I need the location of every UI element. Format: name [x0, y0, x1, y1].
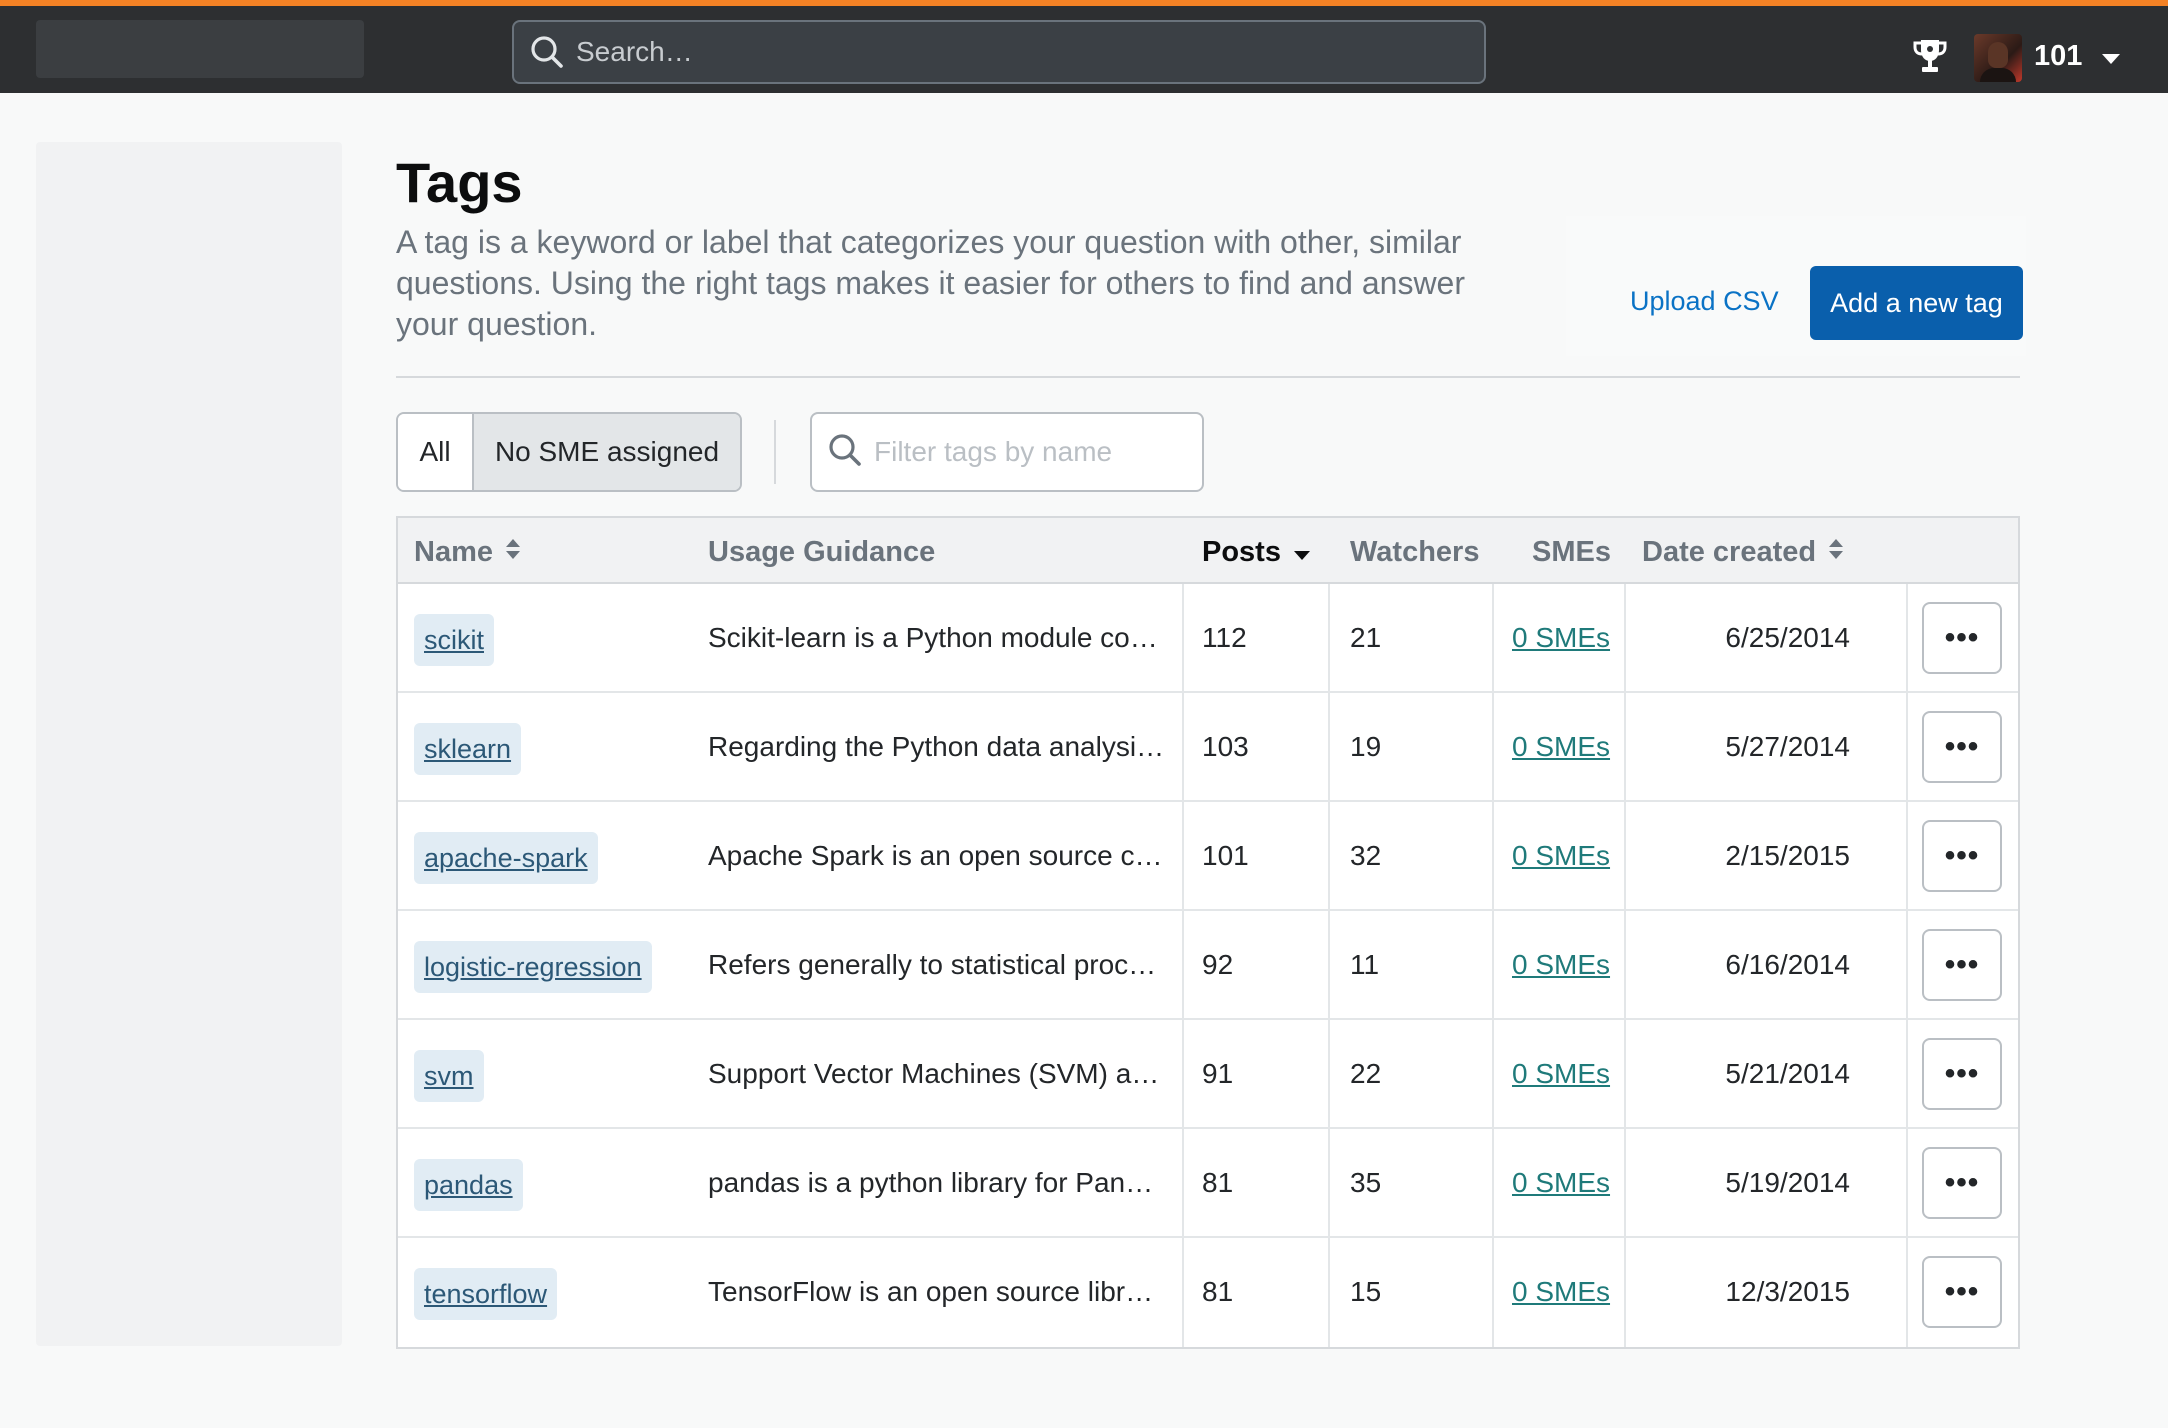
search-icon — [828, 433, 862, 472]
table-body: scikit Scikit-learn is a Python module c… — [398, 584, 2018, 1347]
date-created: 12/3/2015 — [1725, 1276, 1850, 1307]
table-row: svm Support Vector Machines (SVM) a… 91 … — [398, 1020, 2018, 1129]
trophy-icon[interactable] — [1910, 36, 1950, 76]
smes-link[interactable]: 0 SMEs — [1512, 1058, 1610, 1090]
page-title: Tags — [396, 151, 523, 214]
tag-link[interactable]: tensorflow — [414, 1268, 558, 1320]
site-logo[interactable] — [36, 20, 364, 78]
posts-count: 92 — [1202, 949, 1234, 980]
table-row: apache-spark Apache Spark is an open sou… — [398, 802, 2018, 911]
left-sidebar — [36, 142, 342, 1346]
smes-link[interactable]: 0 SMEs — [1512, 949, 1610, 981]
column-header-usage-guidance: Usage Guidance — [708, 536, 936, 568]
row-more-button[interactable]: ••• — [1922, 711, 2002, 783]
sme-filter-toggle: All No SME assigned — [396, 412, 742, 492]
row-more-button[interactable]: ••• — [1922, 602, 2002, 674]
page-description: A tag is a keyword or label that categor… — [396, 224, 1465, 342]
watchers-count: 21 — [1350, 622, 1382, 653]
usage-guidance: Apache Spark is an open source c… — [708, 840, 1163, 871]
row-more-button[interactable]: ••• — [1922, 820, 2002, 892]
watchers-count: 11 — [1350, 949, 1380, 980]
avatar[interactable] — [1974, 34, 2022, 82]
column-header-posts[interactable]: Posts — [1202, 536, 1311, 569]
sort-desc-icon — [1293, 536, 1311, 569]
date-created: 2/15/2015 — [1725, 840, 1850, 871]
watchers-count: 22 — [1350, 1058, 1382, 1089]
table-row: scikit Scikit-learn is a Python module c… — [398, 584, 2018, 693]
sort-icon — [1828, 536, 1844, 569]
tag-link[interactable]: logistic-regression — [414, 941, 652, 993]
reputation-count[interactable]: 101 — [2034, 40, 2082, 73]
posts-count: 81 — [1202, 1167, 1234, 1198]
global-search[interactable] — [512, 20, 1486, 84]
posts-count: 103 — [1202, 731, 1249, 762]
tag-filter-input[interactable] — [874, 436, 1194, 468]
usage-guidance: Support Vector Machines (SVM) a… — [708, 1058, 1160, 1089]
usage-guidance: TensorFlow is an open source libr… — [708, 1276, 1154, 1307]
usage-guidance: pandas is a python library for Pan… — [708, 1167, 1154, 1198]
search-input[interactable] — [576, 36, 1456, 68]
smes-link[interactable]: 0 SMEs — [1512, 840, 1610, 872]
watchers-count: 32 — [1350, 840, 1382, 871]
upload-csv-link[interactable]: Upload CSV — [1630, 286, 1779, 317]
column-header-name[interactable]: Name — [414, 536, 521, 569]
watchers-count: 35 — [1350, 1167, 1382, 1198]
posts-count: 81 — [1202, 1276, 1234, 1307]
posts-count: 91 — [1202, 1058, 1234, 1089]
table-row: sklearn Regarding the Python data analys… — [398, 693, 2018, 802]
date-created: 5/19/2014 — [1725, 1167, 1850, 1198]
tag-link[interactable]: apache-spark — [414, 832, 598, 884]
watchers-count: 19 — [1350, 731, 1382, 762]
smes-link[interactable]: 0 SMEs — [1512, 731, 1610, 763]
posts-count: 112 — [1202, 622, 1247, 653]
search-icon — [530, 35, 564, 69]
posts-count: 101 — [1202, 840, 1249, 871]
add-new-tag-button[interactable]: Add a new tag — [1810, 266, 2023, 340]
date-created: 5/21/2014 — [1725, 1058, 1850, 1089]
filter-no-sme-button[interactable]: No SME assigned — [474, 414, 740, 490]
tag-link[interactable]: sklearn — [414, 723, 522, 775]
row-more-button[interactable]: ••• — [1922, 1147, 2002, 1219]
tag-link[interactable]: svm — [414, 1050, 484, 1102]
top-bar: 101 — [0, 0, 2168, 93]
date-created: 6/16/2014 — [1725, 949, 1850, 980]
row-more-button[interactable]: ••• — [1922, 929, 2002, 1001]
column-header-watchers: Watchers — [1350, 536, 1480, 568]
tag-link[interactable]: scikit — [414, 614, 494, 666]
row-more-button[interactable]: ••• — [1922, 1256, 2002, 1328]
smes-link[interactable]: 0 SMEs — [1512, 1167, 1610, 1199]
header-divider — [396, 376, 2020, 378]
column-header-smes: SMEs — [1532, 536, 1611, 568]
table-row: pandas pandas is a python library for Pa… — [398, 1129, 2018, 1238]
date-created: 6/25/2014 — [1725, 622, 1850, 653]
usage-guidance: Scikit-learn is a Python module co… — [708, 622, 1158, 653]
tags-table: Name Usage Guidance Posts Watchers SMEs … — [396, 516, 2020, 1349]
watchers-count: 15 — [1350, 1276, 1382, 1307]
column-header-date-created[interactable]: Date created — [1642, 536, 1844, 569]
row-more-button[interactable]: ••• — [1922, 1038, 2002, 1110]
tag-filter-field[interactable] — [810, 412, 1204, 492]
smes-link[interactable]: 0 SMEs — [1512, 622, 1610, 654]
filter-all-button[interactable]: All — [398, 414, 474, 490]
table-header: Name Usage Guidance Posts Watchers SMEs … — [398, 518, 2018, 584]
table-row: logistic-regression Refers generally to … — [398, 911, 2018, 1020]
table-row: tensorflow TensorFlow is an open source … — [398, 1238, 2018, 1347]
filter-separator — [774, 420, 776, 484]
chevron-down-icon[interactable] — [2102, 54, 2120, 64]
smes-link[interactable]: 0 SMEs — [1512, 1276, 1610, 1308]
usage-guidance: Refers generally to statistical proc… — [708, 949, 1157, 980]
sort-icon — [505, 536, 521, 569]
date-created: 5/27/2014 — [1725, 731, 1850, 762]
usage-guidance: Regarding the Python data analysi… — [708, 731, 1165, 762]
tag-link[interactable]: pandas — [414, 1159, 523, 1211]
